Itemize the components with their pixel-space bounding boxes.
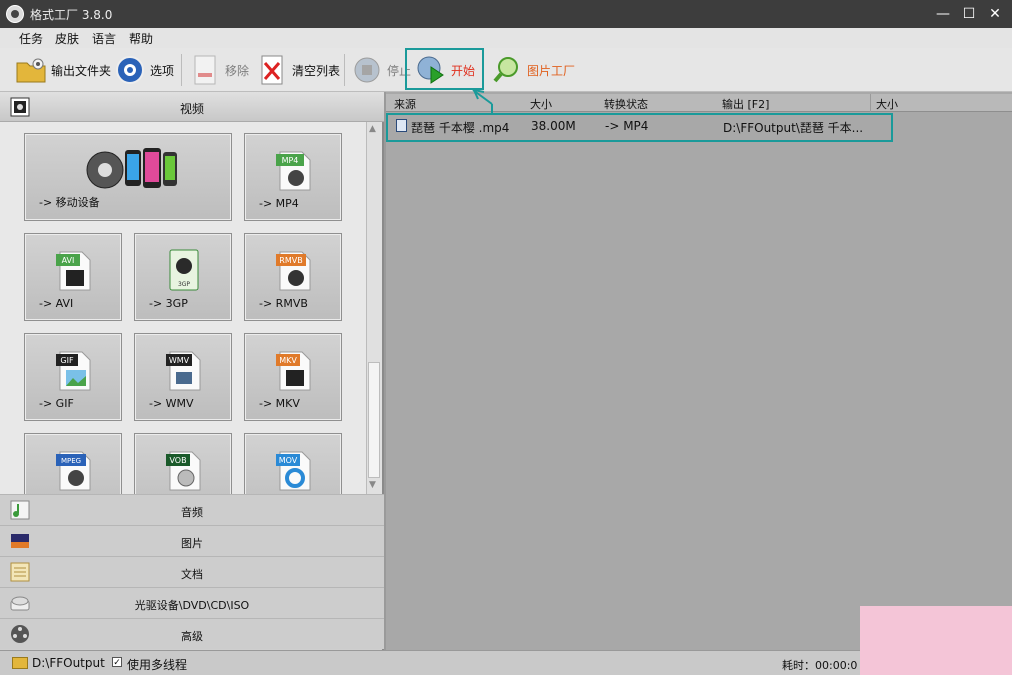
clear-list-button[interactable]: 清空列表 — [255, 52, 342, 88]
mpeg-file-icon: MPEG — [56, 448, 92, 492]
format-avi[interactable]: AVI -> AVI — [24, 233, 122, 321]
format-mkv[interactable]: MKV -> MKV — [244, 333, 342, 421]
menu-language[interactable]: 语言 — [92, 30, 116, 47]
format-mpeg[interactable]: MPEG — [24, 433, 122, 494]
scrollbar-thumb[interactable] — [368, 362, 380, 478]
folder-icon — [12, 657, 28, 669]
elapsed-time: 耗时：00:00:0 — [782, 659, 858, 672]
mp4-file-icon: MP4 — [276, 148, 312, 192]
app-logo-icon — [6, 5, 24, 23]
menu-bar: 任务 皮肤 语言 帮助 — [0, 28, 1012, 48]
format-vob[interactable]: VOB — [134, 433, 232, 494]
close-button[interactable]: ✕ — [984, 4, 1006, 24]
category-audio[interactable]: 音频 — [0, 494, 384, 525]
toolbar-separator — [344, 54, 345, 86]
video-format-grid: -> 移动设备 MP4 -> MP4 AVI -> AVI 3GP -> 3GP… — [0, 122, 366, 494]
clear-list-icon — [257, 55, 287, 85]
scroll-up-icon[interactable]: ▲ — [369, 124, 376, 134]
output-folder-path[interactable]: D:\FFOutput — [32, 656, 105, 670]
rmvb-file-icon: RMVB — [276, 248, 312, 292]
column-divider[interactable] — [870, 94, 871, 112]
toolbar-separator — [181, 54, 182, 86]
task-row-highlight — [386, 113, 893, 142]
minimize-button[interactable]: — — [932, 4, 954, 24]
svg-text:MP4: MP4 — [282, 156, 299, 165]
format-3gp[interactable]: 3GP -> 3GP — [134, 233, 232, 321]
scroll-down-icon[interactable]: ▼ — [369, 480, 376, 490]
format-mp4[interactable]: MP4 -> MP4 — [244, 133, 342, 221]
svg-text:MOV: MOV — [279, 456, 298, 465]
category-picture[interactable]: 图片 — [0, 525, 384, 556]
category-optical-drive[interactable]: 光驱设备\DVD\CD\ISO — [0, 587, 384, 618]
vob-file-icon: VOB — [166, 448, 202, 492]
window-title: 格式工厂 3.8.0 — [30, 8, 113, 22]
mobile-device-icon — [85, 144, 181, 192]
column-output-size[interactable]: 大小 — [876, 96, 898, 112]
image-factory-button[interactable]: 图片工厂 — [490, 52, 577, 88]
format-mobile-device[interactable]: -> 移动设备 — [24, 133, 232, 221]
start-button-highlight — [405, 48, 484, 90]
svg-text:AVI: AVI — [62, 256, 75, 265]
svg-text:MPEG: MPEG — [61, 457, 81, 465]
menu-skin[interactable]: 皮肤 — [55, 30, 79, 47]
task-list[interactable] — [386, 92, 1012, 650]
column-size[interactable]: 大小 — [530, 96, 552, 112]
mkv-file-icon: MKV — [276, 348, 312, 392]
category-document[interactable]: 文档 — [0, 556, 384, 587]
column-source[interactable]: 来源 — [394, 96, 416, 112]
toolbar: 输出文件夹 选项 移除 清空列表 停止 开始 图片工厂 — [0, 48, 1012, 92]
gear-icon — [115, 55, 145, 85]
menu-task[interactable]: 任务 — [19, 30, 43, 47]
title-bar: 格式工厂 3.8.0 — ☐ ✕ — [0, 0, 1012, 28]
output-folder-button[interactable]: 输出文件夹 — [14, 52, 113, 88]
gif-file-icon: GIF — [56, 348, 92, 392]
options-button[interactable]: 选项 — [113, 52, 176, 88]
format-wmv[interactable]: WMV -> WMV — [134, 333, 232, 421]
multithread-checkbox[interactable]: ✓ — [112, 657, 122, 668]
format-gif[interactable]: GIF -> GIF — [24, 333, 122, 421]
multithread-label: 使用多线程 — [127, 658, 188, 672]
wmv-file-icon: WMV — [166, 348, 202, 392]
svg-text:MKV: MKV — [279, 356, 297, 365]
avi-file-icon: AVI — [56, 248, 92, 292]
svg-text:VOB: VOB — [169, 456, 186, 465]
stop-button[interactable]: 停止 — [350, 52, 413, 88]
corner-overlay — [860, 606, 1012, 675]
column-output[interactable]: 输出 [F2] — [722, 96, 769, 112]
task-list-header: 来源 大小 转换状态 输出 [F2] 大小 — [386, 94, 1012, 112]
stop-icon — [352, 55, 382, 85]
svg-text:3GP: 3GP — [178, 281, 190, 288]
video-category-header[interactable]: 视频 — [0, 92, 384, 122]
3gp-file-icon: 3GP — [166, 248, 202, 292]
svg-text:RMVB: RMVB — [279, 256, 302, 265]
remove-button[interactable]: 移除 — [188, 52, 251, 88]
folder-icon — [16, 55, 46, 85]
menu-help[interactable]: 帮助 — [129, 30, 153, 47]
maximize-button[interactable]: ☐ — [958, 4, 980, 24]
format-rmvb[interactable]: RMVB -> RMVB — [244, 233, 342, 321]
column-status[interactable]: 转换状态 — [604, 96, 648, 112]
svg-text:GIF: GIF — [60, 356, 74, 365]
mov-file-icon: MOV — [276, 448, 312, 492]
category-advanced[interactable]: 高级 — [0, 618, 384, 649]
remove-document-icon — [190, 55, 220, 85]
format-mov[interactable]: MOV — [244, 433, 342, 494]
magnifier-icon — [492, 55, 522, 85]
svg-text:WMV: WMV — [169, 356, 190, 365]
